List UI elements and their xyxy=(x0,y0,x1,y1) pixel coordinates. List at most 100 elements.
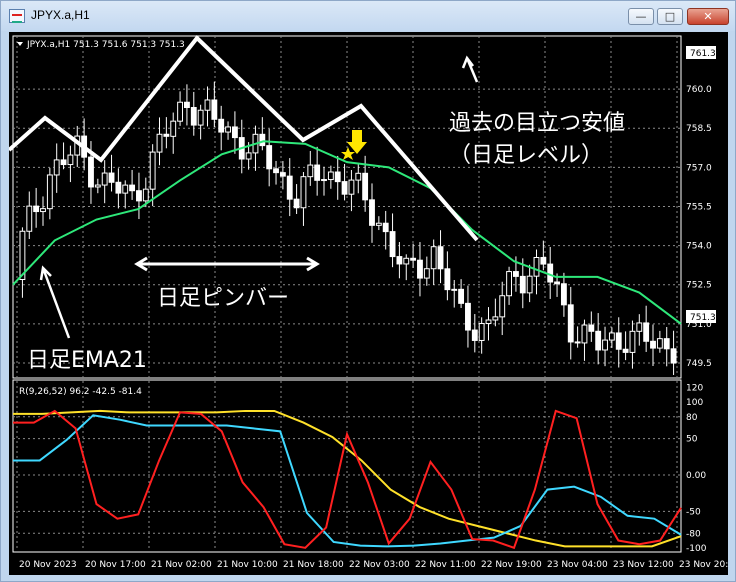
price-candle-body xyxy=(389,231,396,258)
minimize-button[interactable]: — xyxy=(628,8,654,25)
price-candle-body xyxy=(615,332,622,350)
oscillator-info-label: R(9,26,52) 96.2 -42.5 -81.4 xyxy=(19,387,142,397)
chart-area[interactable]: 760.0 758.5 757.0 755.5 754.0 752.5 751.0 749.5… xyxy=(9,32,728,575)
price-candle-body xyxy=(629,330,636,353)
price-tick-label: 760.0 xyxy=(686,85,712,95)
price-candle-body xyxy=(417,259,423,279)
time-tick-label: 22 Nov 11:00 xyxy=(415,560,476,570)
price-candle-body xyxy=(40,208,46,213)
minimize-icon: — xyxy=(635,10,647,23)
price-candle-body xyxy=(540,256,547,265)
price-tick-label: 757.0 xyxy=(686,163,712,173)
price-candle-body xyxy=(506,271,513,297)
price-candle-body xyxy=(53,159,60,176)
oscillator-tick-label: -80 xyxy=(686,529,701,539)
price-candle-body xyxy=(560,283,567,306)
price-candle-body xyxy=(266,145,273,170)
chart-window: JPYX.a,H1 — □ ✕ 760.0 758.5 757.0 755.5 754.… xyxy=(0,0,736,582)
price-candle-body xyxy=(197,109,204,126)
menu-triangle-icon xyxy=(17,42,23,46)
title-bar[interactable]: JPYX.a,H1 — □ ✕ xyxy=(1,1,735,31)
price-candle-body xyxy=(341,181,348,195)
oscillator-tick-label: -100 xyxy=(686,544,707,554)
close-icon: ✕ xyxy=(703,10,713,23)
maximize-button[interactable]: □ xyxy=(657,8,683,25)
oscillator-axis: 120 100 80 50 0.00 -50 -80 -100 xyxy=(686,384,707,554)
price-candle-body xyxy=(451,288,458,291)
price-candle-body xyxy=(108,172,115,183)
ema-annotation: 日足EMA21 xyxy=(27,348,147,373)
close-button[interactable]: ✕ xyxy=(687,8,729,25)
price-candle-body xyxy=(60,159,67,166)
time-axis: 20 Nov 2023 20 Nov 17:00 21 Nov 02:00 21 No… xyxy=(19,560,728,570)
price-candle-body xyxy=(279,172,286,177)
price-candle-body xyxy=(26,205,33,232)
price-candle-body xyxy=(327,171,334,181)
price-candle-body xyxy=(177,101,183,122)
price-candle-body xyxy=(526,275,533,294)
oscillator-tick-label: 50 xyxy=(686,435,698,445)
time-tick-label: 22 Nov 03:00 xyxy=(349,560,410,570)
pinbar-annotation: 日足ピンバー xyxy=(157,286,289,311)
price-candle-body xyxy=(67,154,74,166)
oscillator-tick-label: 100 xyxy=(686,398,703,408)
price-candle-body xyxy=(465,302,471,331)
price-candle-body xyxy=(142,188,149,202)
oscillator-tick-label: -50 xyxy=(686,507,701,517)
price-tick-label: 752.5 xyxy=(686,281,712,291)
price-candle-body xyxy=(588,324,595,332)
price-candle-body xyxy=(567,304,574,343)
ema-pointer-line xyxy=(41,267,71,339)
price-candle-body xyxy=(478,323,485,341)
main-info-label: JPYX.a,H1 751.3 751.6 751.3 751.3 xyxy=(26,40,185,50)
price-candle-body xyxy=(33,205,40,213)
chart-app-icon xyxy=(9,9,25,23)
price-candle-body xyxy=(348,179,355,195)
price-candle-body xyxy=(574,341,581,344)
price-tick-label: 754.0 xyxy=(686,242,712,252)
past-low-annotation-line2: （日足レベル） xyxy=(449,143,603,168)
price-axis: 760.0758.5757.0755.5754.0752.5751.0749.5 xyxy=(686,85,712,369)
price-candle-body xyxy=(369,199,375,226)
chart-canvas[interactable]: 760.0758.5757.0755.5754.0752.5751.0749.5… xyxy=(9,32,728,575)
price-candle-body xyxy=(437,246,444,270)
time-tick-label: 21 Nov 18:00 xyxy=(283,560,344,570)
price-candle-body xyxy=(444,268,451,291)
price-candle-body xyxy=(46,174,53,210)
price-candle-body xyxy=(190,107,197,126)
price-candle-body xyxy=(670,348,677,364)
price-candle-body xyxy=(382,222,389,233)
price-candle-body xyxy=(273,168,279,174)
price-candle-body xyxy=(286,175,293,200)
price-candle-body xyxy=(211,99,218,120)
past-low-annotation-line1: 過去の目立つ安値 xyxy=(449,111,625,136)
price-candle-body xyxy=(622,348,629,353)
price-candle-body xyxy=(608,332,615,341)
price-tick-label: 755.5 xyxy=(686,202,712,212)
price-candle-body xyxy=(129,184,136,192)
price-candle-body xyxy=(513,271,519,277)
price-tick-label: 758.5 xyxy=(686,124,712,134)
time-tick-label: 23 Nov 12:00 xyxy=(613,560,674,570)
price-candle-body xyxy=(643,322,650,342)
price-candle-body xyxy=(656,338,663,349)
price-candle-body xyxy=(403,257,410,265)
price-candle-body xyxy=(149,151,156,190)
price-candle-body xyxy=(362,172,369,201)
price-candle-body xyxy=(94,184,101,188)
price-candle-body xyxy=(375,222,382,226)
time-tick-label: 21 Nov 10:00 xyxy=(217,560,278,570)
maximize-icon: □ xyxy=(664,10,676,23)
price-candle-body xyxy=(163,133,170,137)
oscillator-tick-label: 120 xyxy=(686,384,703,394)
price-candle-body xyxy=(650,340,656,349)
price-candle-body xyxy=(170,120,177,137)
price-candle-body xyxy=(184,101,190,109)
price-candle-body xyxy=(88,156,94,188)
price-candle-body xyxy=(156,133,163,153)
price-candle-body xyxy=(554,281,560,285)
price-candle-body xyxy=(204,99,211,111)
price-candle-body xyxy=(225,126,231,133)
price-tick-label: 749.5 xyxy=(686,359,712,369)
price-candle-body xyxy=(430,246,437,270)
